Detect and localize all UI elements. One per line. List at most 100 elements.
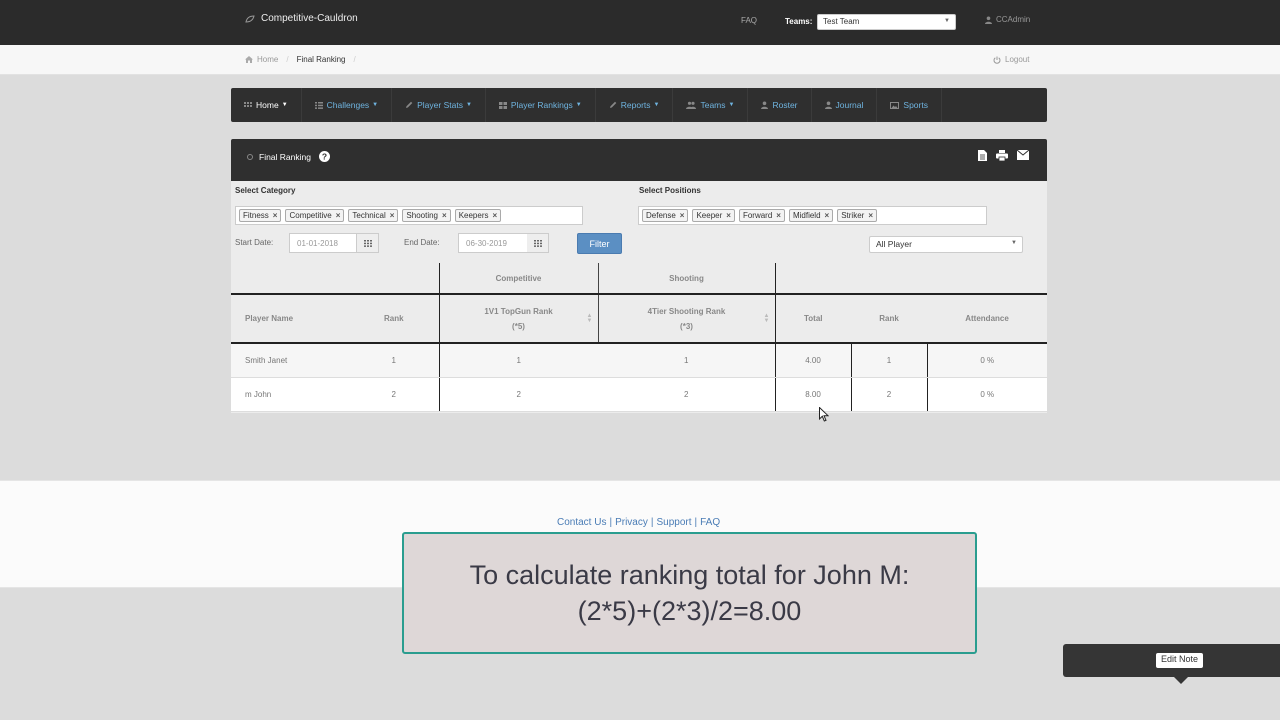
start-date-input[interactable]: 01-01-2018	[289, 233, 357, 253]
category-multiselect[interactable]: Fitness × Competitive × Technical × Shootin…	[235, 206, 583, 225]
menu-item-teams[interactable]: Teams ▼	[673, 88, 749, 122]
panel-title-text: Final Ranking	[259, 151, 311, 162]
remove-icon[interactable]: ×	[680, 211, 685, 220]
col-total[interactable]: Total	[774, 293, 851, 344]
list-icon	[314, 101, 323, 109]
cell-rank: 2	[349, 377, 439, 412]
col-attendance[interactable]: Attendance	[927, 293, 1048, 344]
remove-icon[interactable]: ×	[726, 211, 731, 220]
menu-item-home[interactable]: Home ▼	[231, 88, 302, 122]
sort-icon: ▲ ▼	[586, 313, 593, 324]
tag-label: Technical	[352, 211, 386, 220]
filter-button[interactable]: Filter	[577, 233, 622, 254]
brand[interactable]: Competitive-Cauldron	[245, 13, 358, 24]
calendar-icon[interactable]	[527, 233, 549, 253]
menu-item-journal[interactable]: Journal	[812, 88, 878, 122]
remove-icon[interactable]: ×	[336, 211, 341, 220]
caret-down-icon: ▼	[281, 102, 288, 108]
cell-total: 4.00	[774, 343, 851, 378]
category-label: Select Category	[235, 186, 296, 195]
category-tag: Shooting ×	[402, 209, 451, 222]
tag-label: Midfield	[792, 211, 821, 220]
cell-attendance: 0 %	[926, 377, 1048, 412]
menu-item-roster[interactable]: Roster	[748, 88, 812, 122]
user-menu[interactable]: CCAdmin	[985, 15, 1030, 24]
menu-label: Player Stats	[417, 100, 463, 110]
footer-separator: |	[694, 517, 698, 528]
player-filter-select[interactable]: All Player ▼	[869, 236, 1023, 253]
mail-icon[interactable]	[1017, 150, 1029, 160]
footer-faq-link[interactable]: FAQ	[700, 517, 720, 528]
team-select[interactable]: Test Team ▼	[817, 14, 956, 30]
calendar-icon[interactable]	[357, 233, 379, 253]
faq-link[interactable]: FAQ	[741, 16, 757, 25]
logout-link[interactable]: Logout	[993, 55, 1029, 64]
col-shooting-rank[interactable]: 4Tier Shooting Rank (*3) ▲ ▼	[597, 293, 775, 344]
footer-contact-link[interactable]: Contact Us	[557, 517, 606, 528]
menu-item-challenges[interactable]: Challenges ▼	[302, 88, 393, 122]
cell-rank-2: 2	[850, 377, 927, 412]
sort-icon: ▲ ▼	[763, 313, 770, 324]
top-navbar: Competitive-Cauldron FAQ Teams: Test Tea…	[0, 0, 1280, 45]
home-icon	[245, 56, 253, 63]
menu-item-player-rankings[interactable]: Player Rankings ▼	[486, 88, 596, 122]
menu-label: Home	[256, 100, 279, 110]
user-icon	[761, 101, 769, 109]
footer-privacy-link[interactable]: Privacy	[615, 517, 648, 528]
user-icon	[824, 101, 832, 109]
menu-item-player-stats[interactable]: Player Stats ▼	[392, 88, 486, 122]
user-icon	[985, 16, 992, 24]
remove-icon[interactable]: ×	[390, 211, 395, 220]
power-icon	[993, 56, 1001, 64]
menu-label: Roster	[772, 100, 798, 110]
footer-support-link[interactable]: Support	[656, 517, 691, 528]
remove-icon[interactable]: ×	[868, 211, 873, 220]
help-icon[interactable]: ?	[318, 151, 330, 162]
col-topgun-rank[interactable]: 1V1 TopGun Rank (*5) ▲ ▼	[438, 293, 598, 344]
username: CCAdmin	[996, 15, 1031, 24]
breadcrumb-home[interactable]: Home	[257, 55, 278, 64]
tag-label: Fitness	[243, 211, 269, 220]
category-tag: Fitness ×	[239, 209, 282, 222]
caret-down-icon: ▼	[465, 102, 472, 108]
mouse-cursor-icon	[819, 407, 829, 422]
print-icon[interactable]	[996, 150, 1008, 161]
pencil-icon	[609, 101, 617, 108]
table-row[interactable]: Smith Janet 1 1 1 4.00 1 0 %	[231, 343, 1048, 378]
teams-label: Teams:	[785, 17, 813, 26]
caret-down-icon: ▼	[575, 102, 582, 108]
edit-note-button[interactable]: Edit Note	[1156, 653, 1204, 668]
cell-shooting: 1	[598, 343, 775, 378]
file-icon[interactable]	[978, 150, 987, 161]
leaf-icon	[245, 14, 255, 23]
logout-label: Logout	[1005, 55, 1030, 64]
menu-label: Teams	[700, 100, 726, 110]
breadcrumb-separator: /	[353, 55, 356, 64]
breadcrumb-current: Final Ranking	[296, 55, 346, 64]
col-topgun-label: 1V1 TopGun Rank	[484, 306, 553, 316]
panel-actions	[978, 150, 1029, 161]
remove-icon[interactable]: ×	[273, 211, 278, 220]
table-row[interactable]: m John 2 2 2 8.00 2 0 %	[231, 377, 1048, 412]
menu-label: Journal	[835, 100, 864, 110]
cell-topgun: 1	[438, 343, 598, 378]
footer-links: Contact Us | Privacy | Support | FAQ	[557, 517, 720, 528]
cell-rank: 1	[349, 343, 439, 378]
menu-item-sports[interactable]: Sports	[877, 88, 942, 122]
end-date-input[interactable]: 06-30-2019	[458, 233, 528, 253]
circle-icon	[247, 153, 253, 160]
positions-label: Select Positions	[639, 186, 701, 195]
remove-icon[interactable]: ×	[776, 211, 781, 220]
col-player-name[interactable]: Player Name	[231, 293, 349, 344]
cell-topgun: 2	[438, 377, 598, 412]
menu-item-reports[interactable]: Reports ▼	[596, 88, 674, 122]
tag-label: Competitive	[289, 211, 332, 220]
col-rank[interactable]: Rank	[349, 293, 439, 344]
col-rank-2[interactable]: Rank	[851, 293, 927, 344]
remove-icon[interactable]: ×	[825, 211, 830, 220]
remove-icon[interactable]: ×	[492, 211, 497, 220]
chevron-down-icon: ▼	[944, 18, 950, 24]
positions-multiselect[interactable]: Defense × Keeper × Forward × Midfield × Stri…	[638, 206, 987, 225]
remove-icon[interactable]: ×	[442, 211, 447, 220]
position-tag: Midfield ×	[788, 209, 834, 222]
